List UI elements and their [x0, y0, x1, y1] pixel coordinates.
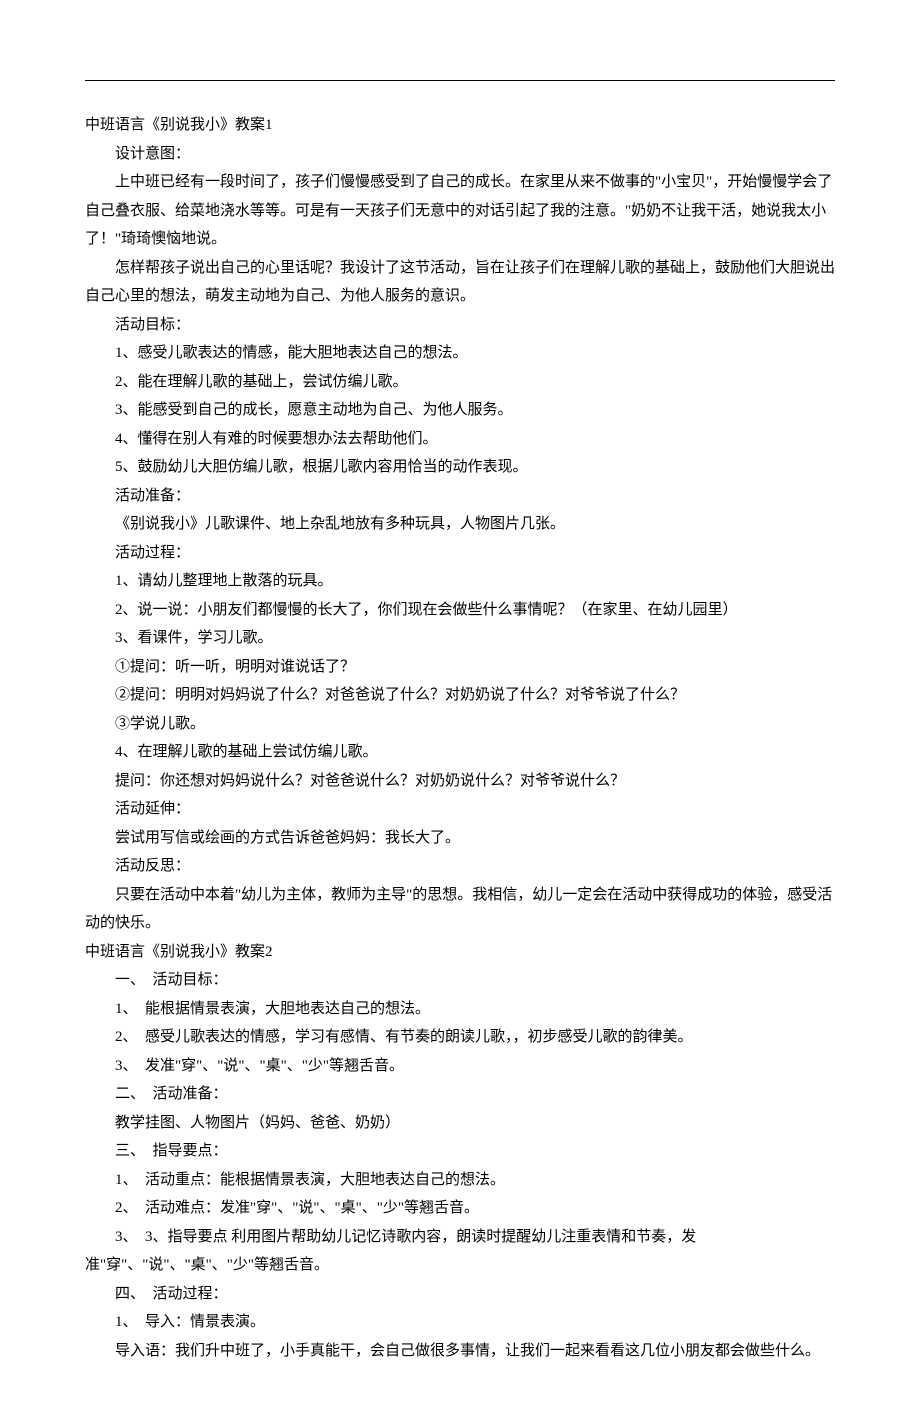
- text-line: 3、 3、指导要点 利用图片帮助幼儿记忆诗歌内容，朗读时提醒幼儿注重表情和节奏，…: [85, 1223, 835, 1280]
- text-line: 3、 发准"穿"、"说"、"桌"、"少"等翘舌音。: [85, 1052, 835, 1081]
- text-line: 尝试用写信或绘画的方式告诉爸爸妈妈：我长大了。: [85, 824, 835, 853]
- text-line: 上中班已经有一段时间了，孩子们慢慢感受到了自己的成长。在家里从来不做事的"小宝贝…: [85, 168, 835, 254]
- text-line: 活动过程：: [85, 539, 835, 568]
- text-line: 四、 活动过程：: [85, 1280, 835, 1309]
- text-line: 3、能感受到自己的成长，愿意主动地为自己、为他人服务。: [85, 396, 835, 425]
- text-line: 1、请幼儿整理地上散落的玩具。: [85, 567, 835, 596]
- divider-line: [85, 80, 835, 81]
- text-line: 教学挂图、人物图片（妈妈、爸爸、奶奶）: [85, 1109, 835, 1138]
- text-line: 4、在理解儿歌的基础上尝试仿编儿歌。: [85, 738, 835, 767]
- text-line: 怎样帮孩子说出自己的心里话呢？我设计了这节活动，旨在让孩子们在理解儿歌的基础上，…: [85, 254, 835, 311]
- text-line: 中班语言《别说我小》教案2: [85, 938, 835, 967]
- text-line: 一、 活动目标：: [85, 966, 835, 995]
- text-line: 活动准备：: [85, 482, 835, 511]
- text-line: 1、 导入：情景表演。: [85, 1308, 835, 1337]
- text-line: 设计意图：: [85, 140, 835, 169]
- text-line: 三、 指导要点：: [85, 1137, 835, 1166]
- text-line: 2、 活动难点：发准"穿"、"说"、"桌"、"少"等翘舌音。: [85, 1194, 835, 1223]
- text-line: 只要在活动中本着"幼儿为主体，教师为主导"的思想。我相信，幼儿一定会在活动中获得…: [85, 881, 835, 938]
- text-line: 2、说一说：小朋友们都慢慢的长大了，你们现在会做些什么事情呢？（在家里、在幼儿园…: [85, 596, 835, 625]
- text-line: ②提问：明明对妈妈说了什么？对爸爸说了什么？对奶奶说了什么？对爷爷说了什么？: [85, 681, 835, 710]
- text-line: 1、 能根据情景表演，大胆地表达自己的想法。: [85, 995, 835, 1024]
- text-line: 提问：你还想对妈妈说什么？对爸爸说什么？对奶奶说什么？对爷爷说什么？: [85, 767, 835, 796]
- text-line: 活动延伸：: [85, 795, 835, 824]
- text-line: 2、能在理解儿歌的基础上，尝试仿编儿歌。: [85, 368, 835, 397]
- text-line: 1、感受儿歌表达的情感，能大胆地表达自己的想法。: [85, 339, 835, 368]
- text-line: 1、 活动重点：能根据情景表演，大胆地表达自己的想法。: [85, 1166, 835, 1195]
- text-line: 导入语：我们升中班了，小手真能干，会自己做很多事情，让我们一起来看看这几位小朋友…: [85, 1337, 835, 1366]
- text-line: 二、 活动准备：: [85, 1080, 835, 1109]
- text-line: 2、 感受儿歌表达的情感，学习有感情、有节奏的朗读儿歌，，初步感受儿歌的韵律美。: [85, 1023, 835, 1052]
- text-line: ③学说儿歌。: [85, 710, 835, 739]
- text-line: 5、鼓励幼儿大胆仿编儿歌，根据儿歌内容用恰当的动作表现。: [85, 453, 835, 482]
- text-line: 《别说我小》儿歌课件、地上杂乱地放有多种玩具，人物图片几张。: [85, 510, 835, 539]
- text-line: 活动目标：: [85, 311, 835, 340]
- text-line: ①提问：听一听，明明对谁说话了？: [85, 653, 835, 682]
- text-line: 中班语言《别说我小》教案1: [85, 111, 835, 140]
- text-line: 4、懂得在别人有难的时候要想办法去帮助他们。: [85, 425, 835, 454]
- text-line: 3、看课件，学习儿歌。: [85, 624, 835, 653]
- document-content: 中班语言《别说我小》教案1设计意图：上中班已经有一段时间了，孩子们慢慢感受到了自…: [85, 111, 835, 1365]
- text-line: 活动反思：: [85, 852, 835, 881]
